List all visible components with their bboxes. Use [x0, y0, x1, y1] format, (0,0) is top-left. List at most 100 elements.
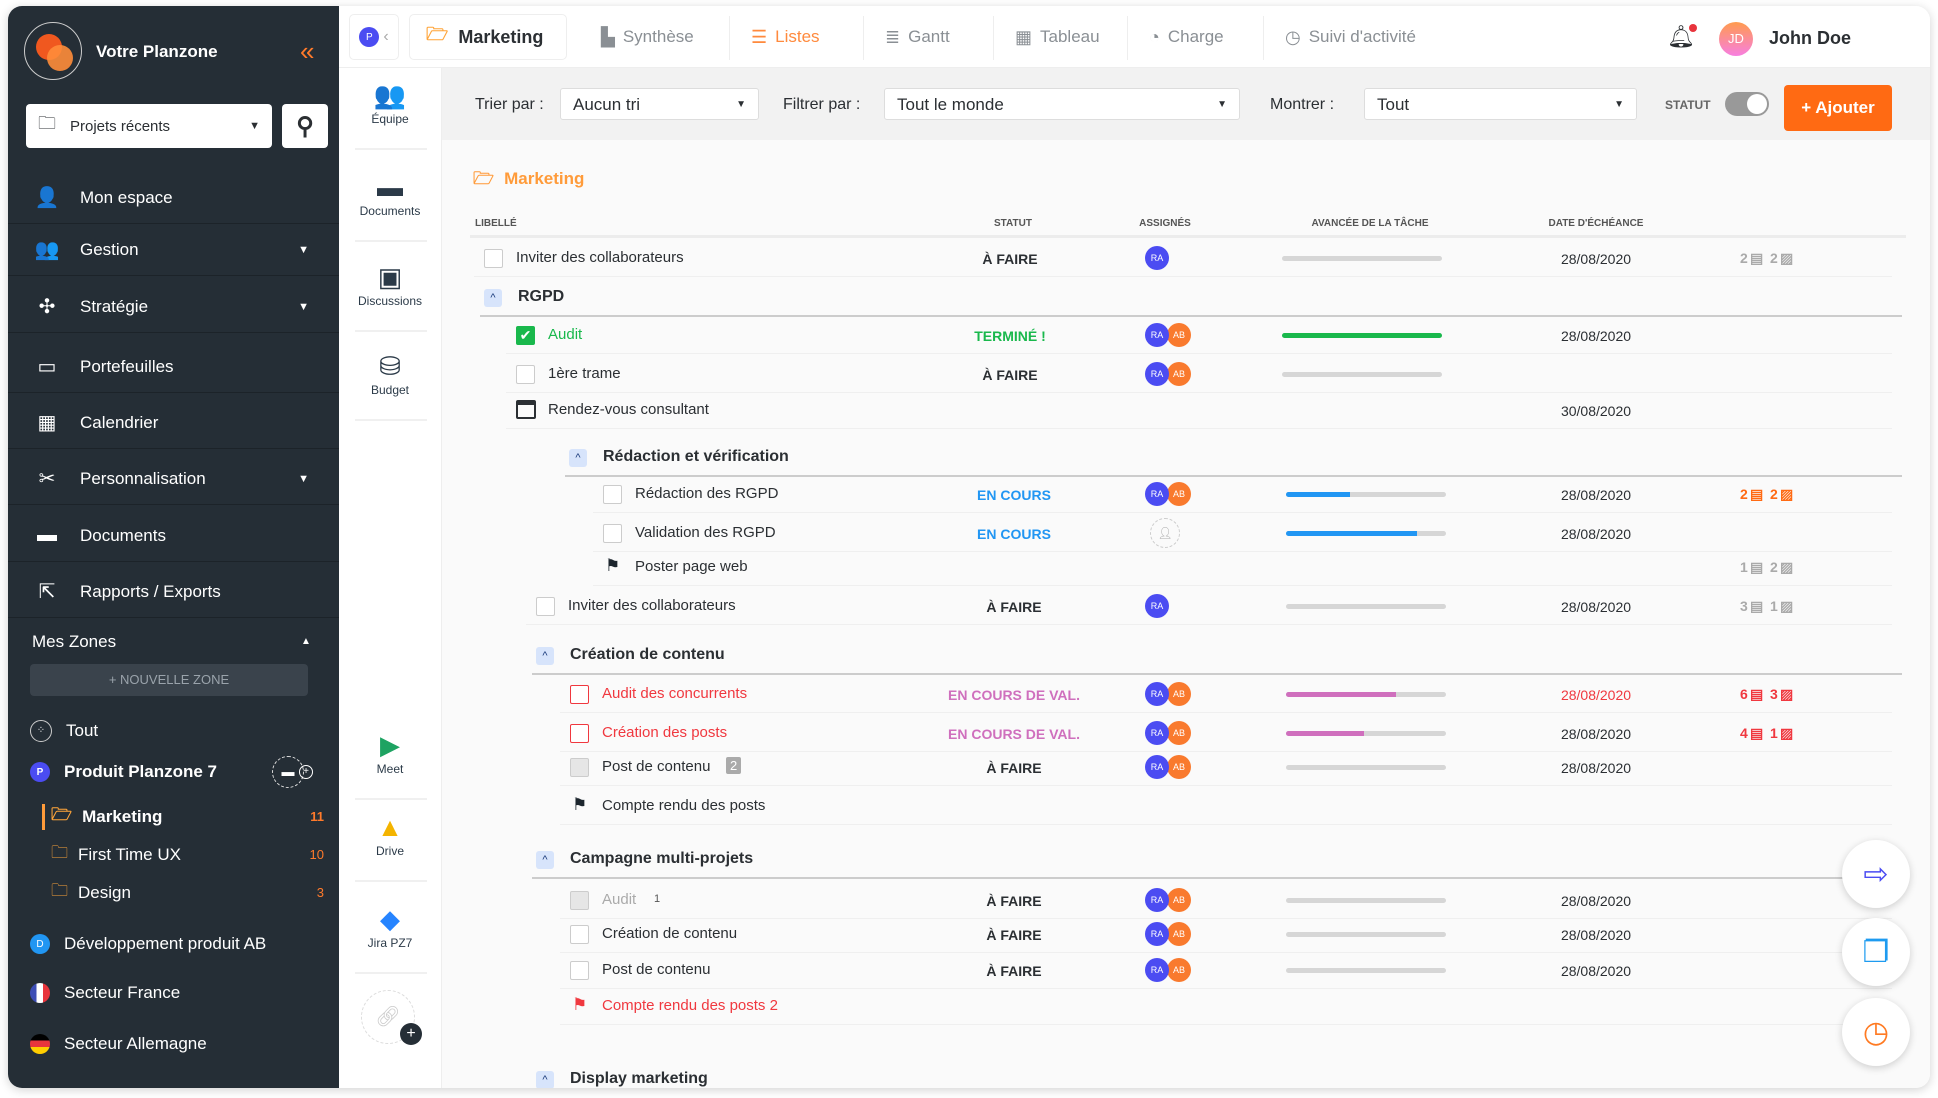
task-row[interactable]: Création des posts EN COURS DE VAL. RA AB 28… — [442, 718, 1930, 752]
task-label[interactable]: Validation des RGPD — [635, 524, 776, 541]
task-row[interactable]: Rendez-vous consultant 30/08/2020 — [442, 395, 1930, 429]
sidebar-item-strat-gie[interactable]: ✣ Stratégie ▼ — [8, 281, 339, 333]
task-label[interactable]: Création des posts — [602, 724, 727, 741]
checkbox-checked[interactable]: ✔ — [516, 326, 535, 345]
assignee-avatar[interactable]: RA — [1145, 362, 1169, 386]
folder-marketing[interactable]: 🗁 Marketing 11 — [42, 802, 332, 831]
task-label[interactable]: Compte rendu des posts 2 — [602, 997, 778, 1014]
group-header[interactable]: ^ RGPD — [442, 283, 1930, 317]
checkbox[interactable] — [516, 365, 535, 384]
zone-d-veloppement-produit-ab[interactable]: D Développement produit AB — [30, 934, 266, 954]
assignee-avatar[interactable]: RA — [1145, 246, 1169, 270]
task-label[interactable]: Post de contenu — [602, 961, 710, 978]
checkbox[interactable] — [536, 597, 555, 616]
assignee-avatar[interactable]: AB — [1167, 721, 1191, 745]
task-row[interactable]: Audit 1 À FAIRE RA AB 28/08/2020 — [442, 885, 1930, 919]
task-label[interactable]: Audit — [548, 326, 582, 343]
assignee-avatar[interactable]: RA — [1145, 323, 1169, 347]
sort-select[interactable]: Aucun tri ▼ — [560, 88, 759, 120]
chevron-up-icon[interactable]: ^ — [569, 449, 587, 467]
sidebar-item-gestion[interactable]: 👥 Gestion ▼ — [8, 224, 339, 276]
sidebar-item-documents[interactable]: ▬ Documents — [8, 510, 339, 562]
task-label[interactable]: Inviter des collaborateurs — [516, 249, 684, 266]
add-button[interactable]: + Ajouter — [1784, 85, 1892, 131]
task-row[interactable]: Inviter des collaborateurs À FAIRE RA 28/08… — [442, 243, 1930, 277]
assignee-avatar[interactable]: RA — [1145, 482, 1169, 506]
export-file-button[interactable]: ⇨ — [1842, 840, 1910, 908]
task-label[interactable]: Poster page web — [635, 558, 748, 575]
checkbox[interactable] — [570, 758, 589, 777]
add-integration-button[interactable]: 🔗︎ + — [361, 990, 422, 1045]
tab-listes[interactable]: ☰ Listes — [751, 16, 820, 58]
task-label[interactable]: Compte rendu des posts — [602, 797, 765, 814]
task-label[interactable]: Post de contenu — [602, 758, 710, 775]
show-select[interactable]: Tout ▼ — [1364, 88, 1637, 120]
filter-select[interactable]: Tout le monde ▼ — [884, 88, 1240, 120]
group-header[interactable]: ^ Rédaction et vérification — [442, 443, 1930, 477]
folder-first-time-ux[interactable]: 🗀 First Time UX 10 — [42, 840, 332, 869]
tool-drive[interactable]: ▲ Drive — [349, 812, 431, 858]
zone-secteur-france[interactable]: Secteur France — [30, 983, 180, 1003]
sidebar-item-personnalisation[interactable]: ✂ Personnalisation ▼ — [8, 453, 339, 505]
task-row[interactable]: Validation des RGPD EN COURS 👤︎ 28/08/2020 — [442, 518, 1930, 552]
task-label[interactable]: Audit — [602, 891, 636, 908]
sidebar-item-rapports-exports[interactable]: ⇱ Rapports / Exports — [8, 566, 339, 618]
assignee-avatar[interactable]: AB — [1167, 323, 1191, 347]
assignee-avatar[interactable]: RA — [1145, 958, 1169, 982]
assignee-avatar[interactable]: AB — [1167, 958, 1191, 982]
task-label[interactable]: Création de contenu — [602, 925, 737, 942]
tool-documents[interactable]: ▬ Documents — [349, 172, 431, 218]
task-row[interactable]: Inviter des collaborateurs À FAIRE RA 28/08… — [442, 591, 1930, 625]
copy-windows-button[interactable]: ❐ — [1842, 918, 1910, 986]
task-row[interactable]: ✔ Audit TERMINÉ ! RA AB 28/08/2020 — [442, 320, 1930, 354]
tool-jira-pz7[interactable]: ◆ Jira PZ7 — [349, 904, 431, 950]
chevron-up-icon[interactable]: ^ — [536, 851, 554, 869]
task-row[interactable]: ⚑ Compte rendu des posts — [442, 791, 1930, 825]
zone-produit-planzone[interactable]: P Produit Planzone 7 — [30, 762, 217, 782]
zone-secteur-allemagne[interactable]: Secteur Allemagne — [30, 1034, 207, 1054]
new-zone-button[interactable]: + NOUVELLE ZONE — [30, 664, 308, 696]
tool-meet[interactable]: ▶ Meet — [349, 730, 431, 776]
timer-button[interactable]: ◷ — [1842, 998, 1910, 1066]
user-name[interactable]: John Doe — [1769, 28, 1851, 49]
task-row[interactable]: Audit des concurrents EN COURS DE VAL. RA A… — [442, 679, 1930, 713]
chevron-up-icon[interactable]: ^ — [484, 289, 502, 307]
notifications-button[interactable]: 🔔︎ — [1667, 24, 1697, 50]
task-label[interactable]: Audit des concurrents — [602, 685, 747, 702]
task-label[interactable]: 1ère trame — [548, 365, 621, 382]
assignee-avatar[interactable]: RA — [1145, 755, 1169, 779]
group-header[interactable]: ^ Création de contenu — [442, 641, 1930, 675]
group-header[interactable]: ^ Campagne multi-projets — [442, 845, 1930, 879]
task-row[interactable]: Création de contenu À FAIRE RA AB 28/08/2020 — [442, 919, 1930, 953]
collapse-zones-icon[interactable]: ▲ — [301, 636, 311, 647]
task-row[interactable]: Post de contenu À FAIRE RA AB 28/08/2020 — [442, 955, 1930, 989]
collapse-sidebar-icon[interactable]: « — [300, 36, 314, 67]
zone-all[interactable]: ⁘ Tout — [30, 720, 98, 742]
add-folder-button[interactable]: ▬ + — [272, 756, 313, 788]
checkbox[interactable] — [603, 485, 622, 504]
tab-gantt[interactable]: ≣ Gantt — [885, 16, 950, 58]
task-label[interactable]: Rendez-vous consultant — [548, 401, 709, 418]
group-header[interactable]: ^ Display marketing — [442, 1065, 1930, 1088]
assignee-avatar[interactable]: AB — [1167, 755, 1191, 779]
recent-projects-select[interactable]: 🗀 Projets récents ▼ — [26, 104, 272, 148]
chevron-up-icon[interactable]: ^ — [536, 647, 554, 665]
task-row[interactable]: ⚑ Compte rendu des posts 2 — [442, 991, 1930, 1025]
sidebar-item-portefeuilles[interactable]: ▭ Portefeuilles — [8, 341, 339, 393]
checkbox[interactable] — [570, 724, 589, 743]
tab-synth-se[interactable]: ▙ Synthèse — [601, 16, 694, 58]
assignee-avatar[interactable]: RA — [1145, 594, 1169, 618]
search-button[interactable]: ⚲ — [282, 104, 328, 148]
sidebar-item-calendrier[interactable]: ▦ Calendrier — [8, 397, 339, 449]
current-folder-tab[interactable]: 🗁 Marketing — [409, 14, 567, 60]
assignee-avatar[interactable]: RA — [1145, 682, 1169, 706]
assignee-avatar[interactable]: AB — [1167, 482, 1191, 506]
tab-tableau[interactable]: ▦ Tableau — [1015, 16, 1100, 58]
checkbox[interactable] — [484, 249, 503, 268]
tool--quipe[interactable]: 👥 Équipe — [349, 80, 431, 126]
task-label[interactable]: Inviter des collaborateurs — [568, 597, 736, 614]
checkbox[interactable] — [570, 925, 589, 944]
checkbox[interactable] — [570, 891, 589, 910]
task-row[interactable]: ⚑ Poster page web 1 ▤ 2 ▨ — [442, 552, 1930, 586]
assignee-avatar[interactable]: RA — [1145, 721, 1169, 745]
